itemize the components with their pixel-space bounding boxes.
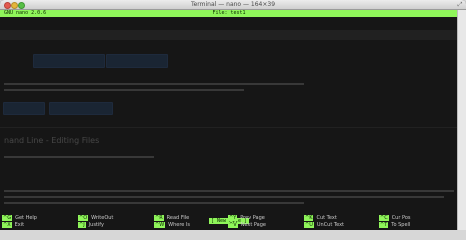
shortcut-key: ^U (304, 222, 314, 228)
shortcut-cur-pos: ^C Cur Pos (379, 215, 411, 221)
ghost-page-title: nand Line - Editing Files (4, 136, 100, 145)
shortcut-get-help: ^G Get Help (2, 215, 37, 221)
ghost-text-line (4, 190, 454, 192)
shortcut-key: ^K (304, 215, 314, 221)
shortcut-label: Exit (14, 222, 25, 228)
shortcut-next-page: ^V Next Page (228, 222, 266, 228)
shortcut-prev-page: ^Y Prev Page (228, 215, 265, 221)
shortcut-label: Next Page (240, 222, 266, 228)
shortcut-uncut-text: ^U UnCut Text (304, 222, 344, 228)
terminal-content[interactable]: GNU nano 2.0.6 File: test1 nand Line - E… (0, 10, 458, 230)
ghost-button (3, 102, 45, 115)
ghost-button (49, 102, 113, 115)
shortcut-label: Get Help (15, 215, 37, 221)
window-title: Terminal — nano — 164×39 (190, 1, 276, 8)
fullscreen-icon[interactable]: ⤢ (457, 1, 463, 8)
shortcut-writeout: ^O WriteOut (78, 215, 113, 221)
shortcut-exit: ^X Exit (2, 222, 24, 228)
shortcut-key: ^Y (228, 215, 238, 221)
shortcut-justify: ^J Justify (78, 222, 104, 228)
shortcut-cut-text: ^K Cut Text (304, 215, 337, 221)
shortcut-key: ^O (78, 215, 89, 221)
terminal-window: Terminal — nano — 164×39 ⤢ GNU nano 2.0.… (0, 0, 466, 230)
shortcut-key: ^W (154, 222, 166, 228)
shortcut-to-spell: ^T To Spell (379, 222, 410, 228)
shortcut-key: ^G (2, 215, 13, 221)
ghost-text-line (4, 156, 154, 158)
ghost-button (33, 54, 105, 68)
shortcut-key: ^J (78, 222, 86, 228)
ghost-text-line (4, 196, 444, 198)
shortcut-read-file: ^R Read File (154, 215, 189, 221)
nano-shortcut-bar: ^G Get Help ^O WriteOut ^R Read File ^Y Prev… (0, 215, 458, 229)
shortcut-label: Where Is (168, 222, 191, 228)
shortcut-label: Read File (166, 215, 190, 221)
ghost-text-line (4, 202, 304, 204)
shortcut-where-is: ^W Where Is (154, 222, 190, 228)
shortcut-key: ^V (228, 222, 238, 228)
ghost-divider (0, 127, 458, 128)
shortcut-label: To Spell (391, 222, 411, 228)
shortcut-label: Cur Pos (391, 215, 411, 221)
shortcut-key: ^X (2, 222, 12, 228)
window-titlebar[interactable]: Terminal — nano — 164×39 ⤢ (0, 0, 466, 10)
ghost-button (106, 54, 168, 68)
shortcut-key: ^T (379, 222, 389, 228)
nano-filename: File: test1 (212, 10, 246, 16)
ghost-header-bar (0, 30, 458, 40)
shortcut-label: UnCut Text (316, 222, 345, 228)
shortcut-key: ^R (154, 215, 164, 221)
shortcut-label: Prev Page (240, 215, 265, 221)
shortcut-label: Cut Text (316, 215, 337, 221)
terminal-scrollbar[interactable] (457, 10, 466, 230)
shortcut-label: WriteOut (91, 215, 114, 221)
shortcut-key: ^C (379, 215, 389, 221)
shortcut-label: Justify (88, 222, 104, 228)
ghost-text-line (4, 89, 244, 91)
ghost-text-line (4, 83, 304, 85)
nano-title-bar: GNU nano 2.0.6 File: test1 (0, 10, 458, 17)
